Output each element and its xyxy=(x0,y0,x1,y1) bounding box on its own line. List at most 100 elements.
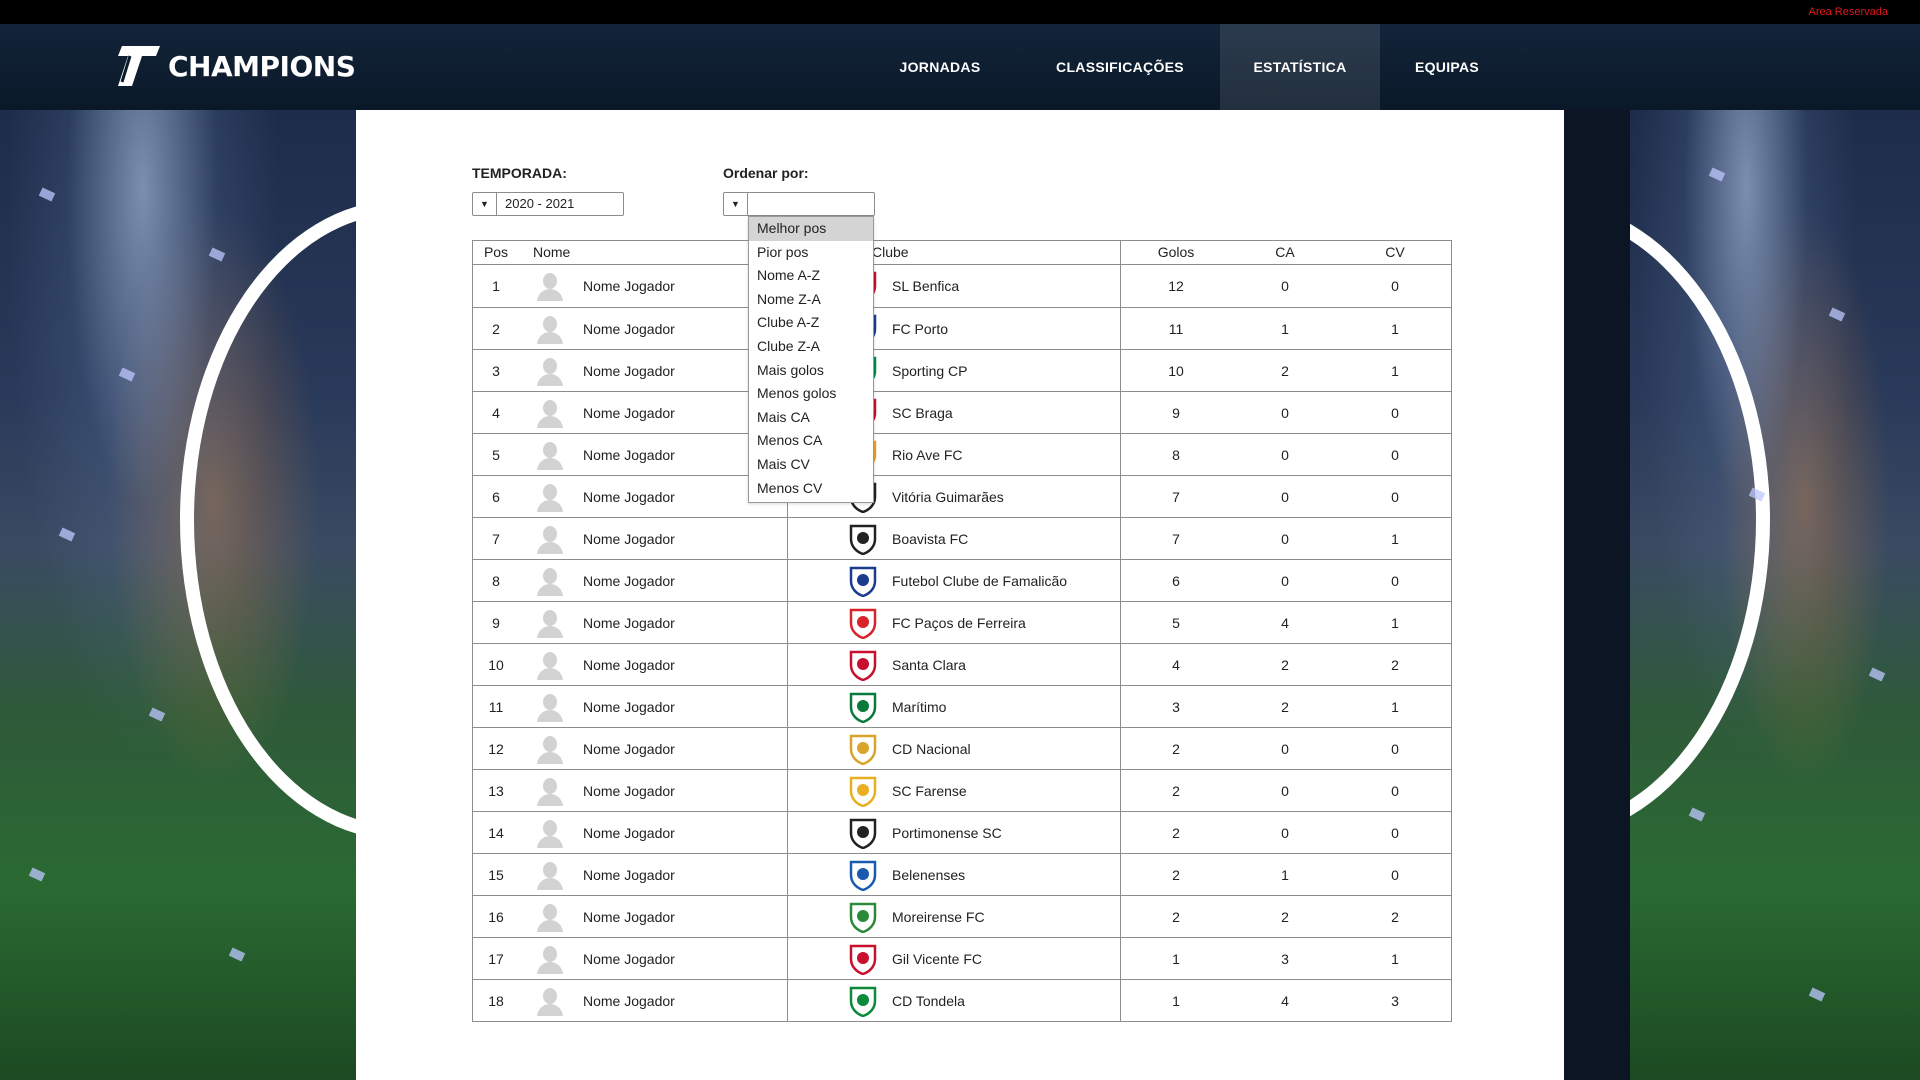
table-row[interactable]: 11 Nome Jogador Marítimo 3 2 1 xyxy=(473,685,1451,727)
player-avatar-icon xyxy=(535,818,565,848)
nav-equipas[interactable]: EQUIPAS xyxy=(1380,24,1514,110)
order-option[interactable]: Menos CV xyxy=(749,477,873,501)
cell-cv: 1 xyxy=(1391,320,1399,337)
cell-club: Futebol Clube de Famalicão xyxy=(788,560,1121,601)
player-name[interactable]: Nome Jogador xyxy=(583,993,675,1009)
table-row[interactable]: 1 Nome Jogador SL Benfica 12 0 0 xyxy=(473,265,1451,307)
cell-player: Nome Jogador xyxy=(519,896,788,937)
cell-club: Boavista FC xyxy=(788,518,1121,559)
table-row[interactable]: 8 Nome Jogador Futebol Clube de Famalicão 6… xyxy=(473,559,1451,601)
order-option[interactable]: Nome Z-A xyxy=(749,288,873,312)
cell-cv: 3 xyxy=(1391,992,1399,1009)
table-row[interactable]: 17 Nome Jogador Gil Vicente FC 1 3 1 xyxy=(473,937,1451,979)
player-name[interactable]: Nome Jogador xyxy=(583,278,675,294)
table-row[interactable]: 10 Nome Jogador Santa Clara 4 2 2 xyxy=(473,643,1451,685)
cell-ca: 0 xyxy=(1281,740,1289,757)
reserved-area-link[interactable]: Area Reservada xyxy=(1809,6,1889,18)
table-row[interactable]: 4 Nome Jogador SC Braga 9 0 0 xyxy=(473,391,1451,433)
club-name[interactable]: Sporting CP xyxy=(892,363,967,379)
player-name[interactable]: Nome Jogador xyxy=(583,447,675,463)
order-option[interactable]: Mais CA xyxy=(749,406,873,430)
order-select[interactable]: ▼ xyxy=(723,192,875,216)
confetti xyxy=(1708,167,1726,182)
player-name[interactable]: Nome Jogador xyxy=(583,363,675,379)
season-select[interactable]: ▼ 2020 - 2021 xyxy=(472,192,624,216)
cell-player: Nome Jogador xyxy=(519,854,788,895)
club-name[interactable]: SL Benfica xyxy=(892,278,959,294)
player-name[interactable]: Nome Jogador xyxy=(583,615,675,631)
club-name[interactable]: FC Porto xyxy=(892,321,948,337)
table-row[interactable]: 5 Nome Jogador Rio Ave FC 8 0 0 xyxy=(473,433,1451,475)
table-row[interactable]: 14 Nome Jogador Portimonense SC 2 0 0 xyxy=(473,811,1451,853)
order-option[interactable]: Pior pos xyxy=(749,241,873,265)
cell-player: Nome Jogador xyxy=(519,644,788,685)
player-name[interactable]: Nome Jogador xyxy=(583,867,675,883)
club-name[interactable]: Marítimo xyxy=(892,699,946,715)
table-row[interactable]: 13 Nome Jogador SC Farense 2 0 0 xyxy=(473,769,1451,811)
club-name[interactable]: Futebol Clube de Famalicão xyxy=(892,573,1067,589)
cell-pos: 5 xyxy=(492,446,500,463)
player-name[interactable]: Nome Jogador xyxy=(583,573,675,589)
order-option[interactable]: Clube Z-A xyxy=(749,335,873,359)
player-name[interactable]: Nome Jogador xyxy=(583,405,675,421)
order-option[interactable]: Mais CV xyxy=(749,453,873,477)
club-crest-icon xyxy=(848,607,878,639)
player-name[interactable]: Nome Jogador xyxy=(583,951,675,967)
club-name[interactable]: SC Farense xyxy=(892,783,967,799)
club-name[interactable]: CD Tondela xyxy=(892,993,965,1009)
table-row[interactable]: 12 Nome Jogador CD Nacional 2 0 0 xyxy=(473,727,1451,769)
player-name[interactable]: Nome Jogador xyxy=(583,489,675,505)
season-select-value: 2020 - 2021 xyxy=(505,196,575,211)
player-avatar-icon xyxy=(535,314,565,344)
player-name[interactable]: Nome Jogador xyxy=(583,783,675,799)
cell-club: CD Tondela xyxy=(788,980,1121,1021)
club-name[interactable]: Boavista FC xyxy=(892,531,968,547)
nav-jornadas[interactable]: JORNADAS xyxy=(860,24,1020,110)
club-name[interactable]: Portimonense SC xyxy=(892,825,1002,841)
club-name[interactable]: FC Paços de Ferreira xyxy=(892,615,1026,631)
table-row[interactable]: 6 Nome Jogador Vitória Guimarães 7 0 0 xyxy=(473,475,1451,517)
table-row[interactable]: 2 Nome Jogador FC Porto 11 1 1 xyxy=(473,307,1451,349)
table-row[interactable]: 15 Nome Jogador Belenenses 2 1 0 xyxy=(473,853,1451,895)
header-pos[interactable]: Pos xyxy=(473,241,519,264)
cell-cv: 0 xyxy=(1391,488,1399,505)
cell-club: Marítimo xyxy=(788,686,1121,727)
club-name[interactable]: Belenenses xyxy=(892,867,965,883)
order-option[interactable]: Clube A-Z xyxy=(749,311,873,335)
club-name[interactable]: Santa Clara xyxy=(892,657,966,673)
table-row[interactable]: 9 Nome Jogador FC Paços de Ferreira 5 4 1 xyxy=(473,601,1451,643)
cell-player: Nome Jogador xyxy=(519,728,788,769)
champions-logo[interactable]: CHAMPIONS xyxy=(112,44,356,88)
header-cv[interactable]: CV xyxy=(1339,241,1451,264)
nav-estatistica[interactable]: ESTATÍSTICA xyxy=(1220,24,1380,110)
table-row[interactable]: 16 Nome Jogador Moreirense FC 2 2 2 xyxy=(473,895,1451,937)
order-option[interactable]: Menos golos xyxy=(749,382,873,406)
player-name[interactable]: Nome Jogador xyxy=(583,321,675,337)
table-row[interactable]: 7 Nome Jogador Boavista FC 7 0 1 xyxy=(473,517,1451,559)
player-name[interactable]: Nome Jogador xyxy=(583,825,675,841)
order-option[interactable]: Menos CA xyxy=(749,429,873,453)
table-row[interactable]: 18 Nome Jogador CD Tondela 1 4 3 xyxy=(473,979,1451,1021)
player-name[interactable]: Nome Jogador xyxy=(583,909,675,925)
club-name[interactable]: CD Nacional xyxy=(892,741,971,757)
cell-cv: 0 xyxy=(1391,572,1399,589)
header-ca[interactable]: CA xyxy=(1231,241,1339,264)
nav-classificacoes[interactable]: CLASSIFICAÇÕES xyxy=(1020,24,1220,110)
order-option[interactable]: Mais golos xyxy=(749,359,873,383)
player-name[interactable]: Nome Jogador xyxy=(583,531,675,547)
club-name[interactable]: Vitória Guimarães xyxy=(892,489,1004,505)
order-option[interactable]: Nome A-Z xyxy=(749,264,873,288)
player-name[interactable]: Nome Jogador xyxy=(583,741,675,757)
order-option[interactable]: Melhor pos xyxy=(749,217,873,241)
player-name[interactable]: Nome Jogador xyxy=(583,699,675,715)
club-name[interactable]: Moreirense FC xyxy=(892,909,985,925)
club-name[interactable]: Gil Vicente FC xyxy=(892,951,982,967)
cell-pos: 4 xyxy=(492,404,500,421)
header-goals[interactable]: Golos xyxy=(1121,241,1231,264)
cell-player: Nome Jogador xyxy=(519,938,788,979)
player-name[interactable]: Nome Jogador xyxy=(583,657,675,673)
club-name[interactable]: Rio Ave FC xyxy=(892,447,963,463)
table-row[interactable]: 3 Nome Jogador Sporting CP 10 2 1 xyxy=(473,349,1451,391)
cell-goals: 6 xyxy=(1172,572,1180,589)
club-name[interactable]: SC Braga xyxy=(892,405,953,421)
